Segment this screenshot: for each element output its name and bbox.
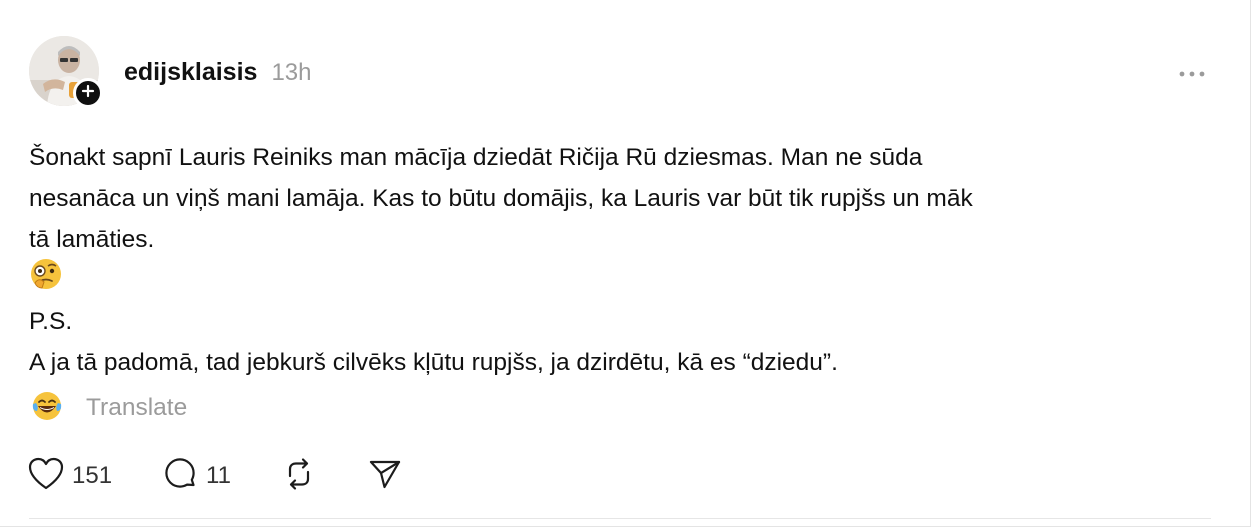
divider (29, 518, 1211, 519)
emoji-line (29, 257, 1199, 304)
face-with-monocle-emoji (29, 257, 63, 304)
share-send-icon (367, 456, 403, 497)
post-text-line: nesanāca un viņš mani lamāja. Kas to būt… (29, 185, 973, 212)
like-count: 151 (72, 462, 113, 489)
post-header: edijsklaisis 13h (124, 58, 311, 87)
post-body: Šonakt sapnī Lauris Reiniks man mācīja d… (29, 137, 1199, 383)
heart-icon (28, 457, 64, 496)
post-actions: 151 11 (28, 455, 403, 497)
post-timestamp[interactable]: 13h (271, 59, 311, 87)
more-options-icon (1178, 65, 1206, 83)
follow-button[interactable] (73, 78, 103, 108)
reply-button[interactable]: 11 (162, 456, 231, 497)
repost-button[interactable] (281, 456, 317, 497)
ps-label: P.S. (29, 308, 73, 335)
repost-icon (281, 456, 317, 497)
more-options-button[interactable] (1172, 62, 1212, 86)
author-avatar-container[interactable] (29, 36, 103, 108)
ps-text: A ja tā padomā, tad jebkurš cilvēks kļūt… (29, 349, 838, 376)
post-text-line: Šonakt sapnī Lauris Reiniks man mācīja d… (29, 144, 923, 171)
translate-link[interactable]: Translate (86, 394, 187, 422)
reply-count: 11 (206, 462, 231, 489)
post-text-line: tā lamāties. (29, 226, 155, 253)
share-button[interactable] (367, 456, 403, 497)
author-username[interactable]: edijsklaisis (124, 58, 257, 87)
translate-row: Translate (30, 388, 187, 428)
like-button[interactable]: 151 (28, 457, 112, 496)
post-card: edijsklaisis 13h Šonakt sapnī Lauris Rei… (0, 0, 1251, 527)
laughing-tears-emoji (30, 389, 64, 428)
comment-icon (162, 456, 198, 497)
follow-plus-icon (81, 84, 95, 103)
